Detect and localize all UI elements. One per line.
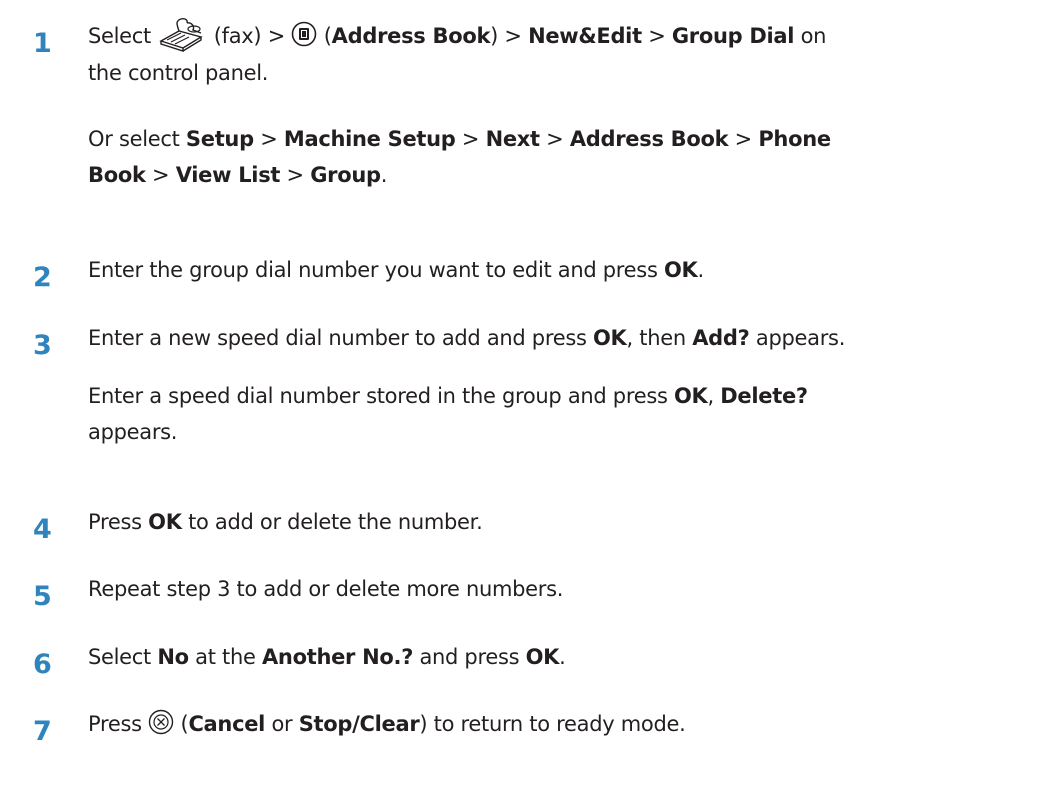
alt-sep-5: >	[145, 163, 176, 187]
alt-sep-4: >	[728, 127, 759, 151]
step-1-alternative: Or select Setup > Machine Setup > Next >…	[88, 121, 1038, 193]
step-1-fax-label: (fax) >	[207, 24, 292, 48]
step-2-ok: OK	[663, 258, 698, 282]
step-number-5: 5	[33, 581, 52, 612]
fax-icon	[157, 17, 207, 53]
alt-address-book: Address Book	[569, 127, 729, 151]
step-number-3: 3	[33, 330, 52, 361]
step-6-another-no: Another No.?	[261, 645, 414, 669]
step-5-text: Repeat step 3 to add or delete more numb…	[88, 577, 564, 601]
step-3-second-text-a: Enter a speed dial number stored in the …	[88, 384, 674, 408]
step-1-line-2: the control panel.	[88, 61, 269, 85]
alt-phone: Phone	[758, 127, 831, 151]
step-1-address-book: Address Book	[331, 24, 491, 48]
step-6-ok: OK	[525, 645, 560, 669]
step-3-second-text-b: ,	[707, 384, 721, 408]
step-7-paren-open: (	[174, 712, 189, 736]
step-6-instruction: Select No at the Another No.? and press …	[88, 639, 1038, 675]
step-number-2: 2	[33, 262, 52, 293]
step-1-new-edit: New&Edit	[528, 24, 642, 48]
address-book-icon	[291, 21, 317, 47]
alt-next: Next	[485, 127, 541, 151]
step-1-text-a: Select	[88, 24, 158, 48]
step-6-text-a: Select	[88, 645, 158, 669]
step-2-end: .	[697, 258, 705, 282]
step-3-second-text-c: appears.	[88, 420, 178, 444]
alt-end: .	[380, 163, 388, 187]
step-number-4: 4	[33, 514, 52, 545]
step-1-paren-open: (	[317, 24, 332, 48]
alt-sep-6: >	[280, 163, 311, 187]
step-7-text-c: ) to return to ready mode.	[419, 712, 686, 736]
cancel-icon	[148, 709, 174, 735]
step-7-text-a: Press	[88, 712, 149, 736]
step-number-1: 1	[33, 28, 52, 59]
alt-view-list: View List	[175, 163, 281, 187]
step-6-end: .	[559, 645, 566, 669]
step-6-text-c: and press	[413, 645, 526, 669]
step-1-instruction: Select (fax) > (Address Book) > New&Edit…	[88, 18, 1038, 91]
alt-sep-3: >	[539, 127, 570, 151]
step-6-text-b: at the	[188, 645, 262, 669]
step-3-second: Enter a speed dial number stored in the …	[88, 378, 1038, 450]
step-1-sep-2: >	[641, 24, 672, 48]
alt-setup: Setup	[185, 127, 254, 151]
step-3-text-a: Enter a new speed dial number to add and…	[88, 326, 593, 350]
step-1-sep-1: ) >	[490, 24, 529, 48]
step-7-stop-clear: Stop/Clear	[298, 712, 420, 736]
alt-machine-setup: Machine Setup	[283, 127, 456, 151]
step-4-text-a: Press	[88, 510, 149, 534]
step-3-add: Add?	[692, 326, 750, 350]
step-4-ok: OK	[148, 510, 182, 534]
step-3-ok: OK	[592, 326, 627, 350]
alt-group: Group	[310, 163, 381, 187]
step-7-instruction: Press (Cancel or Stop/Clear) to return t…	[88, 706, 1038, 742]
step-3-text-c: appears.	[749, 326, 846, 350]
step-3-text-b: , then	[626, 326, 693, 350]
alt-text-a: Or select	[88, 127, 186, 151]
step-6-no: No	[157, 645, 189, 669]
step-1-tail: on	[794, 24, 827, 48]
alt-sep-2: >	[455, 127, 486, 151]
step-1-group-dial: Group Dial	[671, 24, 795, 48]
step-3-instruction: Enter a new speed dial number to add and…	[88, 320, 1038, 356]
step-number-7: 7	[33, 716, 52, 747]
step-number-6: 6	[33, 649, 52, 680]
step-2-text: Enter the group dial number you want to …	[88, 258, 664, 282]
step-7-cancel: Cancel	[188, 712, 266, 736]
step-2-instruction: Enter the group dial number you want to …	[88, 252, 1038, 288]
step-3-second-ok: OK	[674, 384, 708, 408]
alt-book: Book	[88, 163, 146, 187]
step-4-instruction: Press OK to add or delete the number.	[88, 504, 1038, 540]
alt-sep-1: >	[253, 127, 284, 151]
step-5-instruction: Repeat step 3 to add or delete more numb…	[88, 571, 1038, 607]
step-3-delete: Delete?	[720, 384, 808, 408]
step-4-text-b: to add or delete the number.	[181, 510, 483, 534]
step-7-or: or	[265, 712, 299, 736]
